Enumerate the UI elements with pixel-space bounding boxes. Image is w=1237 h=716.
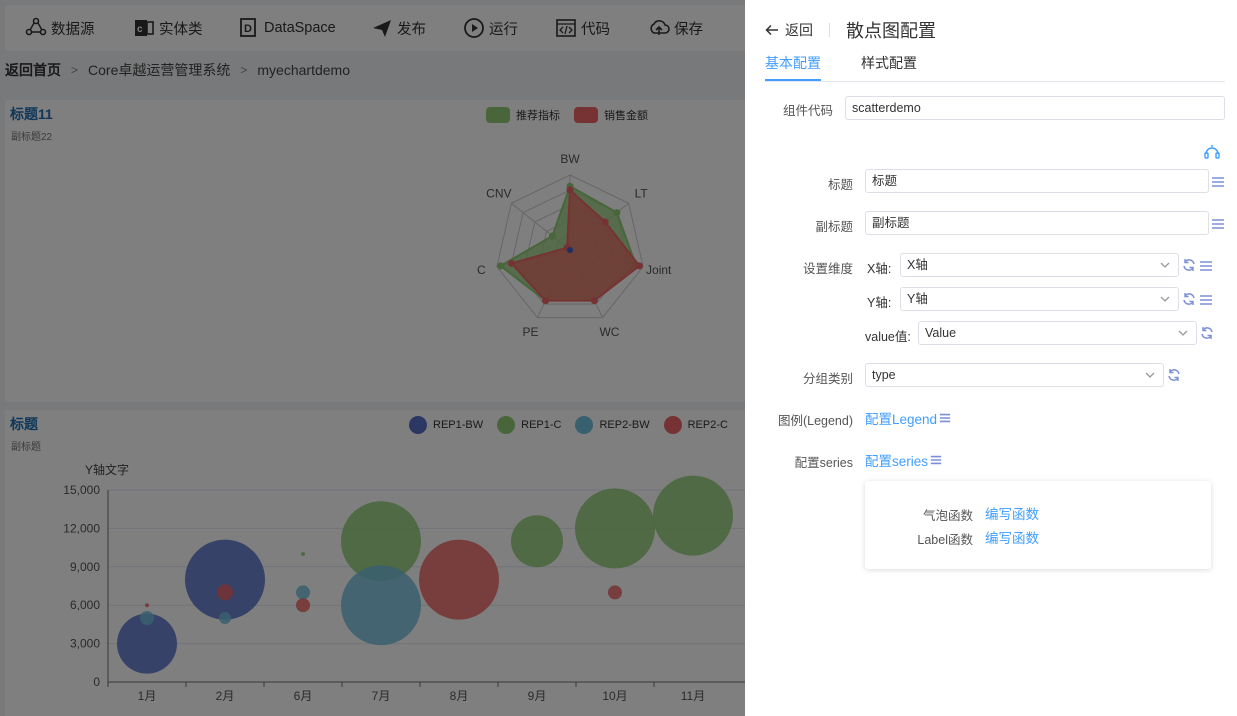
chevron-down-icon: [1145, 372, 1155, 378]
config-series-text: 配置series: [865, 454, 929, 469]
component-code-input[interactable]: scatterdemo: [845, 96, 1225, 120]
value-label: value值:: [865, 330, 911, 344]
refresh-icon[interactable]: [1167, 368, 1181, 382]
drawer-header: 返回 散点图配置: [765, 16, 936, 44]
tab-basic-config[interactable]: 基本配置: [765, 52, 821, 82]
dimension-label: 设置维度: [802, 262, 853, 276]
menu-lines-icon[interactable]: [1199, 293, 1213, 307]
value-field-value: Value: [925, 326, 957, 340]
chevron-down-icon: [1160, 262, 1170, 268]
x-axis-select[interactable]: X轴: [900, 253, 1179, 277]
active-tab-indicator: [765, 79, 821, 81]
label-function-link[interactable]: 编写函数: [985, 527, 1039, 547]
refresh-icon[interactable]: [1200, 326, 1214, 340]
y-axis-value: Y轴: [907, 292, 928, 306]
config-legend-text: 配置Legend: [865, 412, 938, 427]
bubble-function-link[interactable]: 编写函数: [985, 503, 1039, 523]
chevron-down-icon: [1178, 330, 1188, 336]
arrow-left-icon: [765, 24, 778, 36]
title-input[interactable]: 标题: [865, 169, 1209, 193]
header-divider: [829, 23, 830, 37]
menu-lines-icon[interactable]: [1199, 259, 1213, 273]
group-value: type: [872, 368, 896, 382]
x-axis-label: X轴:: [867, 262, 892, 276]
config-legend-link[interactable]: 配置Legend: [865, 408, 951, 428]
value-select[interactable]: Value: [918, 321, 1197, 345]
menu-lines-icon: [939, 413, 951, 423]
drawer-title: 散点图配置: [846, 21, 936, 41]
legend-config-label: 图例(Legend): [777, 414, 853, 428]
refresh-icon[interactable]: [1182, 292, 1196, 306]
title-label: 标题: [827, 178, 853, 192]
group-select[interactable]: type: [865, 363, 1164, 387]
x-axis-value: X轴: [907, 258, 928, 272]
subtitle-label: 副标题: [815, 220, 853, 234]
config-series-link[interactable]: 配置series: [865, 450, 942, 470]
back-label: 返回: [785, 22, 813, 38]
scatter-config-drawer: 返回 散点图配置 基本配置 样式配置 组件代码 scatterdemo 标题 标…: [745, 0, 1237, 716]
bubble-function-label: 气泡函数: [922, 509, 973, 523]
menu-lines-icon: [930, 455, 942, 465]
function-config-card: 气泡函数 编写函数 Label函数 编写函数: [865, 481, 1211, 569]
chevron-down-icon: [1160, 296, 1170, 302]
back-button[interactable]: 返回: [765, 20, 813, 40]
label-function-label: Label函数: [917, 533, 973, 547]
menu-lines-icon[interactable]: [1211, 175, 1225, 189]
y-axis-label: Y轴:: [867, 296, 892, 310]
headset-icon[interactable]: [1203, 143, 1221, 161]
y-axis-select[interactable]: Y轴: [900, 287, 1179, 311]
config-tabs: 基本配置 样式配置: [765, 52, 1225, 82]
component-code-label: 组件代码: [782, 104, 833, 118]
tab-style-config[interactable]: 样式配置: [861, 52, 917, 82]
menu-lines-icon[interactable]: [1211, 217, 1225, 231]
series-config-label: 配置series: [794, 456, 853, 470]
refresh-icon[interactable]: [1182, 258, 1196, 272]
subtitle-input[interactable]: 副标题: [865, 211, 1209, 235]
group-label: 分组类别: [802, 372, 853, 386]
